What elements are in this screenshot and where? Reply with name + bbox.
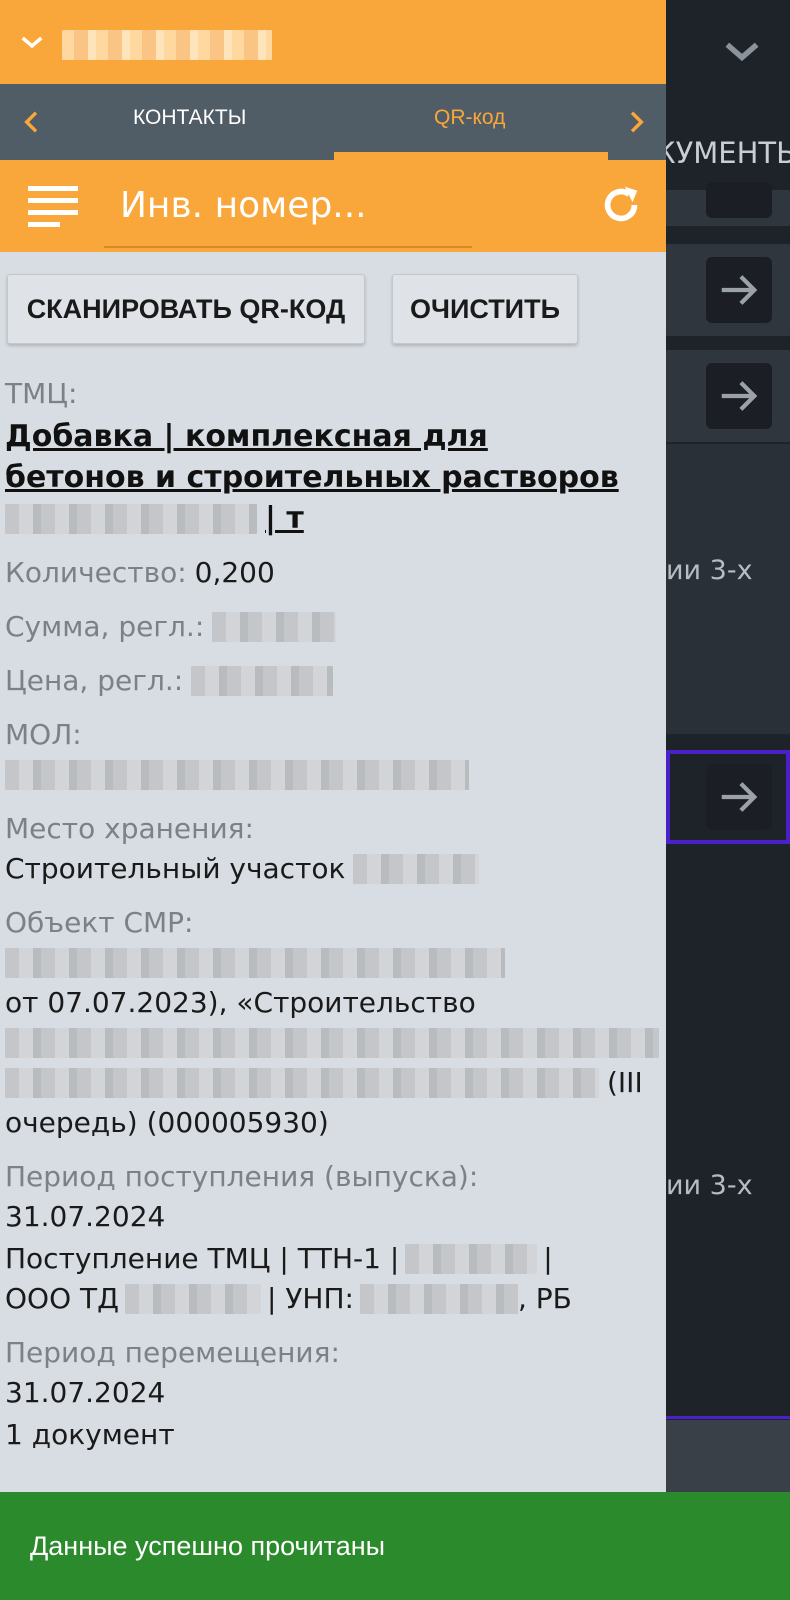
receipt-org-line: ООО ТД | УНП: , РБ — [5, 1279, 660, 1319]
chevron-right-icon[interactable] — [620, 106, 652, 138]
background-card — [666, 244, 790, 336]
object-line: очередь) (000005930) — [5, 1106, 329, 1139]
object-line — [5, 1023, 660, 1063]
quantity-row: Количество: 0,200 — [5, 553, 660, 593]
chevron-down-icon[interactable] — [16, 26, 48, 58]
tab-bar: КОНТАКТЫ QR-код — [0, 84, 666, 160]
price-label: Цена, регл.: — [5, 664, 184, 697]
storage-label: Место хранения: — [5, 812, 254, 845]
input-underline — [104, 246, 472, 248]
redacted-text — [353, 854, 480, 884]
arrow-right-icon — [721, 275, 758, 305]
receipt-doc-separator: | — [543, 1242, 553, 1275]
object-line — [5, 943, 660, 983]
background-card — [666, 444, 790, 734]
inventory-number-input[interactable] — [104, 178, 472, 232]
object-line-suffix: (III — [607, 1066, 643, 1099]
background-tab-label: КУМЕНТЫ — [655, 136, 790, 170]
redacted-title — [62, 30, 272, 60]
mol-value — [5, 755, 660, 795]
qr-panel: КОНТАКТЫ QR-код СКАНИРОВАТЬ QR-КОД ОЧИСТ… — [0, 0, 666, 1492]
tmc-name-line: | т — [5, 498, 660, 539]
background-card-text: ии 3-х — [666, 1170, 753, 1201]
tmc-name-line: бетонов и строительных растворов — [5, 460, 619, 495]
transfer-docs-count: 1 документ — [5, 1418, 175, 1451]
receipt-date: 31.07.2024 — [5, 1200, 166, 1233]
background-card — [666, 350, 790, 442]
active-tab-indicator — [334, 152, 608, 160]
background-arrow-button[interactable] — [706, 764, 772, 830]
redacted-text — [191, 666, 334, 696]
tmc-label: ТМЦ: — [5, 377, 78, 410]
chevron-down-icon[interactable] — [720, 30, 764, 74]
tmc-unit: | т — [265, 501, 304, 536]
transfer-date: 31.07.2024 — [5, 1376, 166, 1409]
tab-contacts[interactable]: КОНТАКТЫ — [133, 106, 246, 130]
redacted-text — [405, 1244, 538, 1274]
quantity-label: Количество: — [5, 556, 187, 589]
redacted-text — [359, 1284, 518, 1314]
mol-label: МОЛ: — [5, 718, 82, 751]
receipt-doc-prefix: Поступление ТМЦ | ТТН-1 | — [5, 1242, 400, 1275]
search-bar — [0, 160, 666, 252]
redacted-text — [5, 948, 505, 978]
redacted-text — [5, 503, 257, 534]
sum-label: Сумма, регл.: — [5, 610, 205, 643]
background-card-text: ии 3-х — [666, 555, 753, 586]
redacted-text — [5, 760, 469, 790]
chevron-left-icon[interactable] — [16, 106, 48, 138]
item-details: ТМЦ: Добавка | комплексная для бетонов и… — [5, 374, 660, 1455]
object-line: от 07.07.2023), «Строительство — [5, 986, 476, 1019]
arrow-right-icon — [721, 782, 758, 812]
redacted-text — [5, 1068, 599, 1098]
transfer-period-label: Период перемещения: — [5, 1336, 340, 1369]
receipt-doc-line: Поступление ТМЦ | ТТН-1 | | — [5, 1239, 660, 1279]
success-toast: Данные успешно прочитаны — [0, 1492, 790, 1600]
background-divider — [666, 1416, 790, 1419]
panel-header — [0, 0, 666, 84]
object-label: Объект СМР: — [5, 906, 194, 939]
background-arrow-button[interactable] — [706, 182, 772, 218]
price-row: Цена, регл.: — [5, 661, 660, 701]
tmc-link[interactable]: Добавка | комплексная для бетонов и стро… — [5, 416, 660, 539]
clear-button[interactable]: ОЧИСТИТЬ — [392, 274, 578, 344]
refresh-icon[interactable] — [598, 182, 644, 228]
background-arrow-button[interactable] — [706, 257, 772, 323]
sum-row: Сумма, регл.: — [5, 607, 660, 647]
background-arrow-button[interactable] — [706, 363, 772, 429]
object-line: (III — [5, 1063, 660, 1103]
receipt-country: , РБ — [517, 1282, 572, 1315]
receipt-period-label: Период поступления (выпуска): — [5, 1160, 479, 1193]
menu-icon[interactable] — [28, 186, 78, 228]
background-card — [666, 182, 790, 226]
arrow-right-icon — [721, 381, 758, 411]
storage-value: Строительный участок — [5, 852, 346, 885]
tab-qr-code[interactable]: QR-код — [434, 106, 505, 130]
background-footer — [666, 1420, 790, 1492]
tmc-name-line: Добавка | комплексная для — [5, 419, 488, 454]
scan-qr-button[interactable]: СКАНИРОВАТЬ QR-КОД — [7, 274, 365, 344]
storage-row: Строительный участок — [5, 849, 660, 889]
quantity-value: 0,200 — [194, 556, 275, 589]
redacted-text — [125, 1284, 261, 1314]
redacted-text — [5, 1028, 659, 1058]
receipt-unp-label: | УНП: — [267, 1282, 354, 1315]
redacted-text — [212, 612, 337, 642]
receipt-org-prefix: ООО ТД — [5, 1282, 119, 1315]
